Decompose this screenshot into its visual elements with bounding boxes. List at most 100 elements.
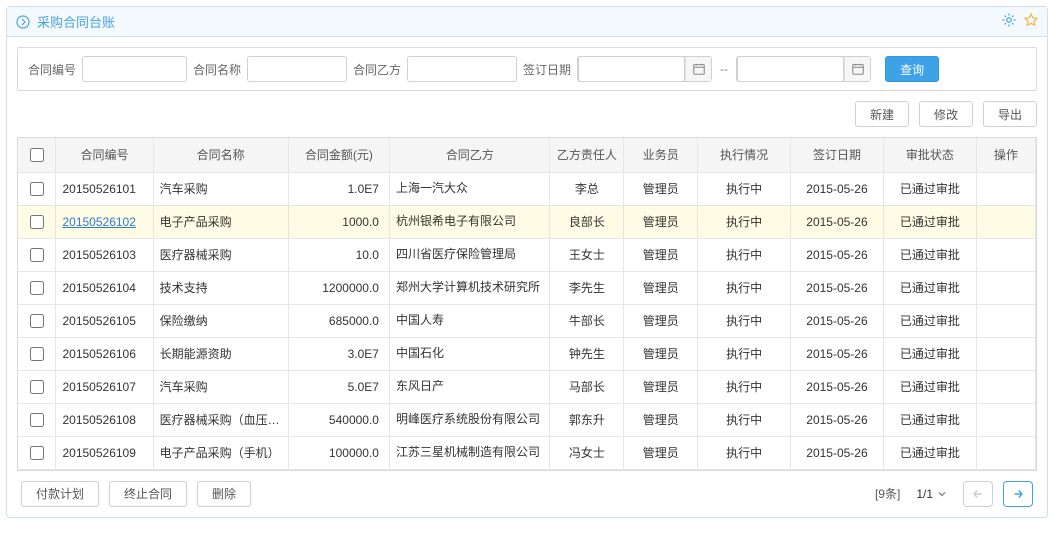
cell-partyb: 郑州大学计算机技术研究所	[389, 271, 549, 304]
cell-salesman: 管理员	[624, 172, 698, 205]
filter-date-to-input[interactable]	[737, 56, 844, 82]
contract-link[interactable]: 20150526102	[62, 215, 135, 229]
gear-icon[interactable]	[1001, 12, 1017, 31]
cell-contractname: 电子产品采购	[153, 205, 288, 238]
delete-button[interactable]: 删除	[197, 481, 251, 507]
filter-contractname-input[interactable]	[247, 56, 347, 82]
cell-partybresp: 良部长	[550, 205, 624, 238]
cell-salesman: 管理员	[624, 238, 698, 271]
row-checkbox[interactable]	[30, 413, 44, 427]
filter-contractno-label: 合同编号	[28, 61, 76, 78]
export-button[interactable]: 导出	[983, 101, 1037, 127]
filter-date-from-input[interactable]	[578, 56, 685, 82]
cell-amount: 540000.0	[288, 403, 389, 436]
cell-salesman: 管理员	[624, 337, 698, 370]
filter-contractno-input[interactable]	[82, 56, 187, 82]
cell-amount: 685000.0	[288, 304, 389, 337]
cell-approvestatus: 已通过审批	[883, 304, 976, 337]
row-checkbox[interactable]	[30, 380, 44, 394]
cell-amount: 10.0	[288, 238, 389, 271]
cell-contractno: 20150526105	[56, 304, 153, 337]
cell-approvestatus: 已通过审批	[883, 271, 976, 304]
row-checkbox[interactable]	[30, 281, 44, 295]
terminate-button[interactable]: 终止合同	[109, 481, 187, 507]
table-row[interactable]: 20150526102电子产品采购1000.0杭州银希电子有限公司良部长管理员执…	[18, 205, 1036, 238]
page-title: 采购合同台账	[37, 12, 115, 31]
cell-contractno: 20150526108	[56, 403, 153, 436]
cell-partybresp: 牛部长	[550, 304, 624, 337]
row-checkbox[interactable]	[30, 446, 44, 460]
col-contractname: 合同名称	[153, 138, 288, 172]
row-checkbox[interactable]	[30, 248, 44, 262]
cell-partyb: 明峰医疗系统股份有限公司	[389, 403, 549, 436]
table-row[interactable]: 20150526107汽车采购5.0E7东风日产马部长管理员执行中2015-05…	[18, 370, 1036, 403]
row-checkbox[interactable]	[30, 182, 44, 196]
arrow-circle-right-icon	[15, 14, 31, 30]
row-checkbox[interactable]	[30, 347, 44, 361]
cell-ops	[976, 304, 1035, 337]
table-row[interactable]: 20150526104技术支持1200000.0郑州大学计算机技术研究所李先生管…	[18, 271, 1036, 304]
cell-salesman: 管理员	[624, 403, 698, 436]
col-execstatus: 执行情况	[698, 138, 791, 172]
cell-signdate: 2015-05-26	[791, 403, 884, 436]
cell-execstatus: 执行中	[698, 238, 791, 271]
select-all-checkbox[interactable]	[30, 148, 44, 162]
page-text: 1/1	[916, 487, 933, 501]
footer-bar: 付款计划 终止合同 删除 [9条] 1/1	[17, 471, 1037, 511]
cell-contractno: 20150526103	[56, 238, 153, 271]
payment-plan-button[interactable]: 付款计划	[21, 481, 99, 507]
filter-partyb-input[interactable]	[407, 56, 517, 82]
prev-page-button[interactable]	[963, 481, 993, 507]
filter-bar: 合同编号 合同名称 合同乙方 签订日期 -- 查询	[17, 47, 1037, 91]
row-checkbox[interactable]	[30, 314, 44, 328]
arrow-left-icon	[971, 487, 985, 501]
table-header-row: 合同编号 合同名称 合同金额(元) 合同乙方 乙方责任人 业务员 执行情况 签订…	[18, 138, 1036, 172]
calendar-icon[interactable]	[685, 57, 711, 81]
arrow-right-icon	[1011, 487, 1025, 501]
table-row[interactable]: 20150526105保险缴纳685000.0中国人寿牛部长管理员执行中2015…	[18, 304, 1036, 337]
cell-amount: 100000.0	[288, 436, 389, 469]
cell-execstatus: 执行中	[698, 271, 791, 304]
cell-ops	[976, 370, 1035, 403]
col-checkbox	[18, 138, 56, 172]
cell-checkbox	[18, 370, 56, 403]
cell-checkbox	[18, 172, 56, 205]
next-page-button[interactable]	[1003, 481, 1033, 507]
col-signdate: 签订日期	[791, 138, 884, 172]
date-range-sep: --	[718, 62, 730, 76]
cell-execstatus: 执行中	[698, 205, 791, 238]
cell-ops	[976, 238, 1035, 271]
filter-date-from	[577, 56, 712, 82]
cell-signdate: 2015-05-26	[791, 436, 884, 469]
filter-contractname-label: 合同名称	[193, 61, 241, 78]
col-partybresp: 乙方责任人	[550, 138, 624, 172]
cell-salesman: 管理员	[624, 304, 698, 337]
table-row[interactable]: 20150526103医疗器械采购10.0四川省医疗保险管理局王女士管理员执行中…	[18, 238, 1036, 271]
cell-amount: 5.0E7	[288, 370, 389, 403]
cell-partyb: 杭州银希电子有限公司	[389, 205, 549, 238]
cell-approvestatus: 已通过审批	[883, 172, 976, 205]
edit-button[interactable]: 修改	[919, 101, 973, 127]
query-button[interactable]: 查询	[885, 56, 939, 82]
cell-contractno: 20150526106	[56, 337, 153, 370]
cell-ops	[976, 172, 1035, 205]
cell-partybresp: 冯女士	[550, 436, 624, 469]
calendar-icon[interactable]	[844, 57, 870, 81]
table-row[interactable]: 20150526109电子产品采购（手机）100000.0江苏三星机械制造有限公…	[18, 436, 1036, 469]
table-row[interactable]: 20150526108医疗器械采购（血压计）540000.0明峰医疗系统股份有限…	[18, 403, 1036, 436]
cell-approvestatus: 已通过审批	[883, 238, 976, 271]
new-button[interactable]: 新建	[855, 101, 909, 127]
cell-approvestatus: 已通过审批	[883, 370, 976, 403]
page-selector[interactable]: 1/1	[910, 483, 953, 505]
star-icon[interactable]	[1023, 12, 1039, 31]
table-row[interactable]: 20150526101汽车采购1.0E7上海一汽大众李总管理员执行中2015-0…	[18, 172, 1036, 205]
panel-body: 合同编号 合同名称 合同乙方 签订日期 -- 查询	[7, 37, 1047, 517]
cell-execstatus: 执行中	[698, 403, 791, 436]
table-row[interactable]: 20150526106长期能源资助3.0E7中国石化钟先生管理员执行中2015-…	[18, 337, 1036, 370]
col-contractno: 合同编号	[56, 138, 153, 172]
row-checkbox[interactable]	[30, 215, 44, 229]
cell-partybresp: 李先生	[550, 271, 624, 304]
col-salesman: 业务员	[624, 138, 698, 172]
col-approvestatus: 审批状态	[883, 138, 976, 172]
cell-amount: 1200000.0	[288, 271, 389, 304]
